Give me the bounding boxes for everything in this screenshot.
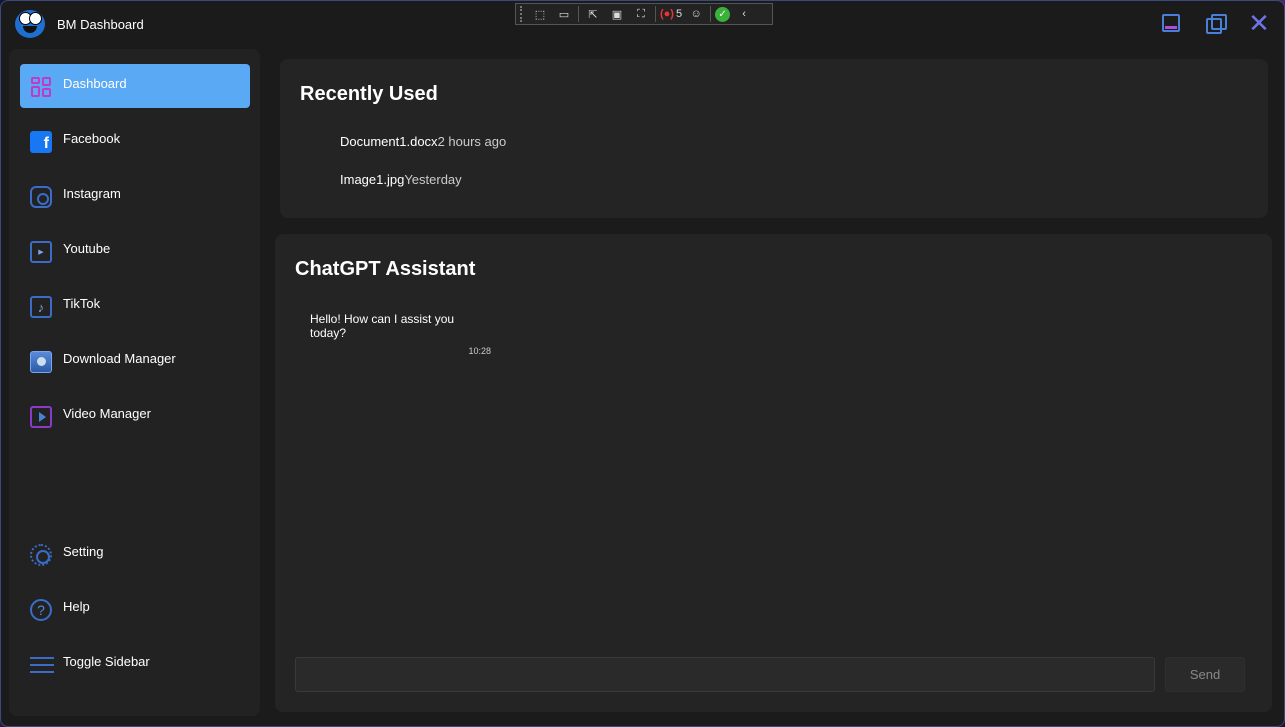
toolbar-divider: [578, 6, 579, 22]
app-logo-icon: [15, 10, 45, 38]
maximize-button[interactable]: [1204, 12, 1227, 34]
minimize-icon: [1162, 14, 1180, 32]
dashboard-icon: [30, 76, 52, 98]
youtube-icon: ▶: [30, 241, 52, 263]
debug-toolbar: ⬚ ▭ ⇱ ▣ ⛶ (●) 5 ☺ ✓ ‹: [515, 3, 773, 25]
accessibility-icon[interactable]: ☺: [686, 6, 706, 22]
sidebar-item-dashboard[interactable]: Dashboard: [20, 64, 250, 108]
collapse-chevron-icon[interactable]: ‹: [734, 6, 754, 22]
recent-file-time: Yesterday: [404, 172, 462, 187]
select-element-icon[interactable]: ⬚: [530, 6, 550, 22]
sidebar-item-label: Facebook: [63, 131, 121, 146]
recent-file-item[interactable]: Image1.jpgYesterday: [340, 172, 462, 187]
chat-message-time: 10:28: [468, 346, 491, 356]
chat-title: ChatGPT Assistant: [295, 258, 476, 280]
sidebar-item-label: TikTok: [63, 296, 101, 311]
track-focus-icon[interactable]: ⛶: [631, 6, 651, 22]
toolbar-divider: [655, 6, 656, 22]
sidebar-item-label: Help: [63, 599, 90, 614]
toolbar-divider: [710, 6, 712, 22]
sidebar: Dashboard f Facebook Instagram ▶ Youtube…: [9, 49, 260, 716]
download-manager-icon: [30, 351, 52, 373]
recent-file-name: Document1.docx: [340, 134, 438, 149]
chat-input[interactable]: [295, 657, 1155, 692]
video-manager-icon: [30, 406, 52, 428]
gear-icon: [30, 544, 52, 566]
sidebar-item-label: Instagram: [63, 186, 121, 201]
sidebar-item-label: Youtube: [63, 241, 111, 256]
sidebar-item-download-manager[interactable]: Download Manager: [20, 339, 250, 383]
recent-file-time: 2 hours ago: [437, 134, 507, 149]
minimize-button[interactable]: [1160, 12, 1182, 34]
video-camera-icon[interactable]: ▭: [554, 6, 574, 22]
sidebar-item-youtube[interactable]: ▶ Youtube: [20, 229, 250, 273]
help-icon: ?: [30, 599, 52, 621]
pointer-select-icon[interactable]: ⇱: [583, 6, 603, 22]
sidebar-item-label: Download Manager: [63, 351, 176, 366]
sidebar-item-toggle-sidebar[interactable]: Toggle Sidebar: [20, 642, 250, 686]
window-controls: ✕: [1160, 8, 1270, 38]
chat-message: Hello! How can I assist you today? 10:28: [310, 312, 491, 356]
recent-file-item[interactable]: Document1.docx2 hours ago: [340, 134, 506, 149]
sidebar-item-tiktok[interactable]: ♪ TikTok: [20, 284, 250, 328]
recently-used-title: Recently Used: [300, 83, 438, 105]
sidebar-item-label: Toggle Sidebar: [63, 654, 150, 669]
sidebar-item-video-manager[interactable]: Video Manager: [20, 394, 250, 438]
chat-message-text: Hello! How can I assist you today?: [310, 312, 455, 340]
recently-used-panel: Recently Used Document1.docx2 hours ago …: [280, 59, 1268, 218]
facebook-icon: f: [30, 131, 52, 153]
sidebar-item-label: Video Manager: [63, 406, 151, 421]
drag-handle-icon[interactable]: [520, 6, 526, 22]
close-icon: ✕: [1248, 8, 1270, 38]
record-icon: (●): [660, 8, 674, 20]
instagram-icon: [30, 186, 52, 208]
sidebar-item-setting[interactable]: Setting: [20, 532, 250, 576]
sidebar-item-instagram[interactable]: Instagram: [20, 174, 250, 218]
sidebar-item-label: Setting: [63, 544, 104, 559]
close-button[interactable]: ✕: [1248, 8, 1270, 38]
tiktok-icon: ♪: [30, 296, 52, 318]
hot-reload-count: 5: [675, 8, 683, 20]
hot-reload-icon[interactable]: (●) 5: [660, 8, 682, 20]
hamburger-icon: [30, 654, 54, 676]
sidebar-item-help[interactable]: ? Help: [20, 587, 250, 631]
chat-panel: ChatGPT Assistant Hello! How can I assis…: [275, 234, 1272, 712]
recent-file-name: Image1.jpg: [340, 172, 405, 187]
sidebar-item-facebook[interactable]: f Facebook: [20, 119, 250, 163]
app-window: BM Dashboard ⬚ ▭ ⇱ ▣ ⛶ (●) 5 ☺ ✓ ‹ ✕ Das…: [0, 0, 1285, 727]
sidebar-item-label: Dashboard: [63, 76, 127, 91]
maximize-icon: [1206, 14, 1227, 34]
frame-icon[interactable]: ▣: [607, 6, 627, 22]
app-title: BM Dashboard: [57, 17, 144, 32]
check-icon[interactable]: ✓: [715, 6, 731, 22]
send-button[interactable]: Send: [1165, 657, 1245, 692]
title-bar[interactable]: BM Dashboard ⬚ ▭ ⇱ ▣ ⛶ (●) 5 ☺ ✓ ‹ ✕: [1, 1, 1284, 47]
